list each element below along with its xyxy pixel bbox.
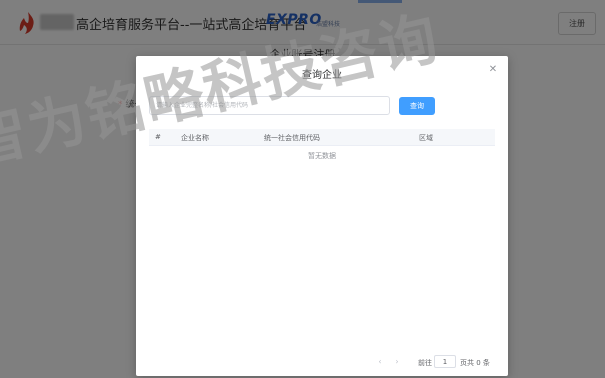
chevron-right-icon[interactable]: ›: [390, 356, 404, 368]
table-empty-text: 暂无数据: [308, 152, 336, 160]
pagination-total: 页共 0 条: [460, 359, 490, 367]
query-button[interactable]: 查询: [399, 97, 435, 115]
page-number-input[interactable]: [434, 355, 456, 368]
column-header-region: 区域: [419, 134, 433, 142]
company-search-input[interactable]: [149, 96, 390, 115]
table-header: # 企业名称 统一社会信用代码 区域: [149, 129, 495, 146]
company-table: # 企业名称 统一社会信用代码 区域 暂无数据: [149, 129, 495, 349]
close-icon[interactable]: ✕: [488, 65, 498, 75]
query-company-dialog: 查询企业 ✕ 查询 # 企业名称 统一社会信用代码 区域 暂无数据 ‹ › 前往…: [136, 56, 508, 376]
chevron-left-icon[interactable]: ‹: [373, 356, 387, 368]
column-header-credit-code: 统一社会信用代码: [264, 134, 320, 142]
column-header-index: #: [155, 133, 161, 141]
pagination: ‹ › 前往 页共 0 条: [136, 354, 508, 370]
pagination-goto-label: 前往: [418, 359, 432, 367]
dialog-title: 查询企业: [302, 70, 342, 81]
column-header-company-name: 企业名称: [181, 134, 209, 142]
